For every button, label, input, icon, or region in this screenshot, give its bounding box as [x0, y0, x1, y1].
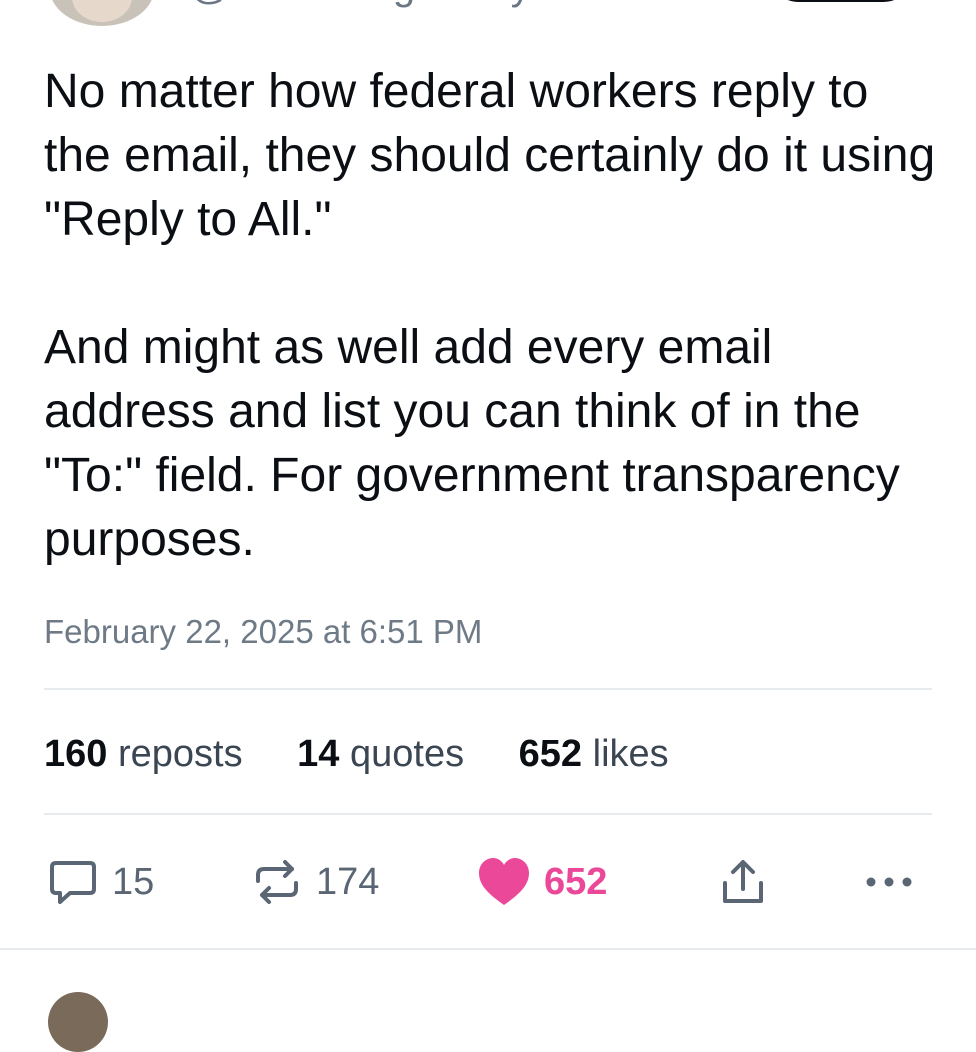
more-icon	[862, 855, 916, 909]
post-actions: 15 174 652	[0, 852, 976, 912]
like-button[interactable]: 652	[476, 852, 607, 912]
follow-button[interactable]	[768, 0, 914, 2]
repost-icon	[250, 855, 304, 909]
quotes-stat[interactable]: 14 quotes	[297, 733, 464, 775]
repost-button[interactable]: 174	[250, 852, 379, 912]
repost-count: 174	[316, 860, 380, 903]
likes-label: likes	[592, 733, 669, 775]
like-count: 652	[544, 860, 608, 903]
post-timestamp[interactable]: February 22, 2025 at 6:51 PM	[44, 610, 482, 654]
author-avatar[interactable]	[50, 0, 154, 26]
heart-icon	[476, 855, 532, 909]
post-paragraph: No matter how federal workers reply to t…	[44, 65, 936, 246]
post-paragraph: And might as well add every email addres…	[44, 321, 900, 566]
next-post-avatar[interactable]	[48, 992, 108, 1052]
quotes-label: quotes	[350, 733, 465, 775]
reply-button[interactable]: 15	[46, 852, 154, 912]
divider	[44, 688, 932, 690]
divider	[44, 813, 932, 815]
likes-count: 652	[518, 733, 583, 775]
share-button[interactable]	[716, 852, 770, 912]
post-text: No matter how federal workers reply to t…	[44, 60, 944, 572]
share-icon	[716, 855, 770, 909]
reposts-label: reposts	[117, 733, 243, 775]
quotes-count: 14	[297, 733, 340, 775]
reposts-count: 160	[44, 733, 108, 775]
reply-count: 15	[112, 860, 155, 903]
reposts-stat[interactable]: 160 reposts	[44, 733, 243, 775]
reply-icon	[46, 855, 100, 909]
divider	[0, 948, 976, 950]
likes-stat[interactable]: 652 likes	[519, 733, 669, 775]
post-stats: 160 reposts 14 quotes 652 likes	[44, 730, 713, 778]
more-button[interactable]	[862, 852, 916, 912]
author-handle[interactable]: @dweldredge.bsky.social	[190, 0, 641, 9]
